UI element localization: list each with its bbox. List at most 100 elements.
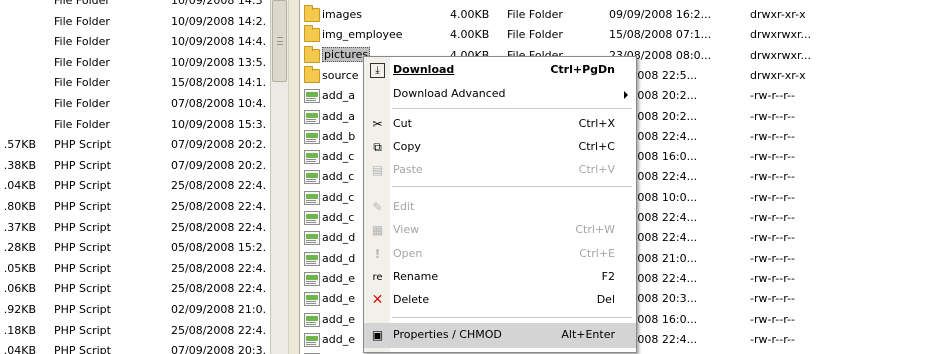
file-name: add_b bbox=[322, 129, 356, 143]
menu-item-shortcut: Ctrl+X bbox=[578, 117, 615, 130]
table-row[interactable]: .92KB PHP Script 02/09/2008 21:0. bbox=[0, 299, 270, 321]
file-date: 25/08/2008 22:4. bbox=[171, 200, 267, 213]
table-row[interactable]: .04KB PHP Script 25/08/2008 22:4. bbox=[0, 175, 270, 197]
context-menu: ⤓ Download Ctrl+PgDn Download Advanced ✂… bbox=[363, 56, 637, 353]
table-row[interactable]: .18KB PHP Script 25/08/2008 22:4. bbox=[0, 320, 270, 342]
menu-item-paste[interactable]: ▤ Paste Ctrl+V bbox=[364, 159, 636, 182]
file-date: 25/08/2008 22:4. bbox=[171, 179, 267, 193]
table-row[interactable]: .28KB PHP Script 05/08/2008 15:2. bbox=[0, 237, 270, 259]
php-file-icon bbox=[304, 211, 320, 225]
file-permissions: -rw-r--r-- bbox=[750, 251, 795, 265]
menu-item-label: Paste bbox=[393, 163, 423, 176]
menu-item-open[interactable]: ! Open Ctrl+E bbox=[364, 243, 636, 266]
file-permissions: drwxrwxr... bbox=[750, 48, 812, 62]
table-row[interactable]: File Folder 15/08/2008 14:1. bbox=[0, 72, 270, 94]
table-row[interactable]: File Folder 10/09/2008 14:4. bbox=[0, 31, 270, 53]
file-name: add_a bbox=[322, 89, 355, 103]
file-date: 15/08/2008 14:1. bbox=[171, 76, 267, 90]
file-permissions: -rw-r--r-- bbox=[750, 211, 795, 224]
php-file-icon bbox=[304, 89, 320, 104]
file-type: File Folder bbox=[507, 28, 563, 42]
file-type: File Folder bbox=[54, 97, 110, 110]
table-row[interactable]: File Folder 10/09/2008 14:2. bbox=[0, 11, 270, 33]
file-type: PHP Script bbox=[54, 220, 111, 234]
paste-icon: ▤ bbox=[371, 163, 384, 177]
menu-separator bbox=[392, 108, 632, 109]
file-date: 10/09/2008 14:3 bbox=[171, 0, 263, 7]
left-scrollbar[interactable] bbox=[270, 0, 288, 354]
file-size: .28KB bbox=[3, 241, 36, 255]
table-row[interactable]: .05KB PHP Script 25/08/2008 22:4. bbox=[0, 258, 270, 280]
download-icon: ⤓ bbox=[370, 63, 385, 78]
menu-item-label: View bbox=[393, 223, 420, 236]
file-type: File Folder bbox=[54, 14, 110, 28]
file-date: 10/09/2008 14:4. bbox=[171, 35, 267, 49]
file-permissions: -rw-r--r-- bbox=[750, 332, 795, 346]
php-file-icon bbox=[304, 150, 320, 165]
table-row[interactable]: .04KB PHP Script 07/09/2008 20:3. bbox=[0, 340, 270, 354]
file-name: img_employee bbox=[322, 28, 403, 42]
table-row[interactable]: .37KB PHP Script 25/08/2008 22:4. bbox=[0, 217, 270, 239]
menu-item-label: Delete bbox=[393, 293, 430, 306]
file-type: PHP Script bbox=[54, 282, 111, 296]
table-row[interactable]: File Folder 10/09/2008 15:3. bbox=[0, 114, 270, 136]
menu-item-copy[interactable]: ⧉ Copy Ctrl+C bbox=[364, 136, 636, 159]
menu-item-rename[interactable]: re Rename F2 bbox=[364, 266, 636, 289]
file-date: 10/09/2008 15:3. bbox=[171, 117, 267, 131]
folder-icon bbox=[304, 5, 320, 22]
left-scrollbar-thumb[interactable] bbox=[272, 0, 287, 82]
table-row[interactable]: .38KB PHP Script 07/09/2008 20:2. bbox=[0, 155, 270, 177]
file-size: .04KB bbox=[3, 344, 36, 354]
rename-icon: re bbox=[372, 272, 383, 283]
file-permissions: -rw-r--r-- bbox=[750, 190, 795, 204]
php-file-icon bbox=[304, 251, 320, 266]
menu-item-view[interactable]: ▦ View Ctrl+W bbox=[364, 219, 636, 242]
file-type: File Folder bbox=[54, 55, 110, 69]
pane-splitter[interactable] bbox=[288, 0, 300, 354]
table-row[interactable]: images 4.00KB File Folder 09/09/2008 16:2..… bbox=[300, 5, 944, 25]
menu-item-shortcut: F2 bbox=[601, 270, 615, 283]
menu-item-shortcut: Del bbox=[596, 293, 615, 306]
file-name: source bbox=[322, 68, 359, 82]
menu-item-delete[interactable]: ✕ Delete Del bbox=[364, 289, 636, 312]
menu-item-cut[interactable]: ✂ Cut Ctrl+X bbox=[364, 113, 636, 136]
left-file-list[interactable]: File Folder 10/09/2008 14:3 File Folder 10/… bbox=[0, 0, 270, 354]
file-permissions: -rw-r--r-- bbox=[750, 129, 795, 143]
file-name: add_d bbox=[322, 251, 356, 265]
file-type: File Folder bbox=[54, 117, 110, 131]
menu-item-shortcut: Ctrl+W bbox=[575, 223, 615, 236]
file-name: add_c bbox=[322, 211, 355, 224]
menu-item-label: Open bbox=[393, 247, 423, 260]
menu-separator bbox=[392, 317, 632, 318]
menu-item-properties-chmod[interactable]: ▣ Properties / CHMOD Alt+Enter bbox=[364, 323, 636, 348]
table-row[interactable]: img_employee 4.00KB File Folder 15/08/2008 … bbox=[300, 25, 944, 45]
table-row[interactable]: .80KB PHP Script 25/08/2008 22:4. bbox=[0, 196, 270, 218]
file-date: 25/08/2008 22:4. bbox=[171, 220, 267, 234]
menu-item-edit[interactable]: ✎ Edit bbox=[364, 196, 636, 219]
file-size: 4.00KB bbox=[450, 28, 490, 42]
menu-item-shortcut: Ctrl+V bbox=[578, 163, 615, 176]
menu-item-download-advanced[interactable]: Download Advanced bbox=[364, 83, 636, 106]
file-size: .18KB bbox=[3, 323, 36, 337]
file-type: PHP Script bbox=[54, 138, 111, 152]
delete-icon: ✕ bbox=[371, 292, 384, 308]
menu-item-download[interactable]: ⤓ Download Ctrl+PgDn bbox=[364, 59, 636, 82]
table-row[interactable]: File Folder 07/08/2008 10:4. bbox=[0, 93, 270, 115]
menu-item-label: Download bbox=[393, 63, 455, 76]
menu-item-shortcut: Ctrl+PgDn bbox=[550, 63, 615, 76]
file-permissions: drwxr-xr-x bbox=[750, 68, 806, 82]
file-permissions: -rw-r--r-- bbox=[750, 231, 795, 245]
file-date: 05/08/2008 15:2. bbox=[171, 241, 267, 255]
file-size: 4.00KB bbox=[450, 8, 490, 21]
table-row[interactable]: .06KB PHP Script 25/08/2008 22:4. bbox=[0, 278, 270, 300]
file-type: File Folder bbox=[507, 8, 563, 21]
menu-item-label: Cut bbox=[393, 117, 412, 130]
file-permissions: -rw-r--r-- bbox=[750, 150, 795, 164]
table-row[interactable]: .57KB PHP Script 07/09/2008 20:2. bbox=[0, 134, 270, 156]
edit-icon: ✎ bbox=[372, 200, 383, 214]
menu-item-shortcut: Ctrl+E bbox=[579, 247, 615, 260]
file-type: File Folder bbox=[54, 0, 110, 7]
file-name: add_c bbox=[322, 170, 355, 184]
folder-icon bbox=[304, 25, 320, 43]
table-row[interactable]: File Folder 10/09/2008 13:5. bbox=[0, 52, 270, 74]
